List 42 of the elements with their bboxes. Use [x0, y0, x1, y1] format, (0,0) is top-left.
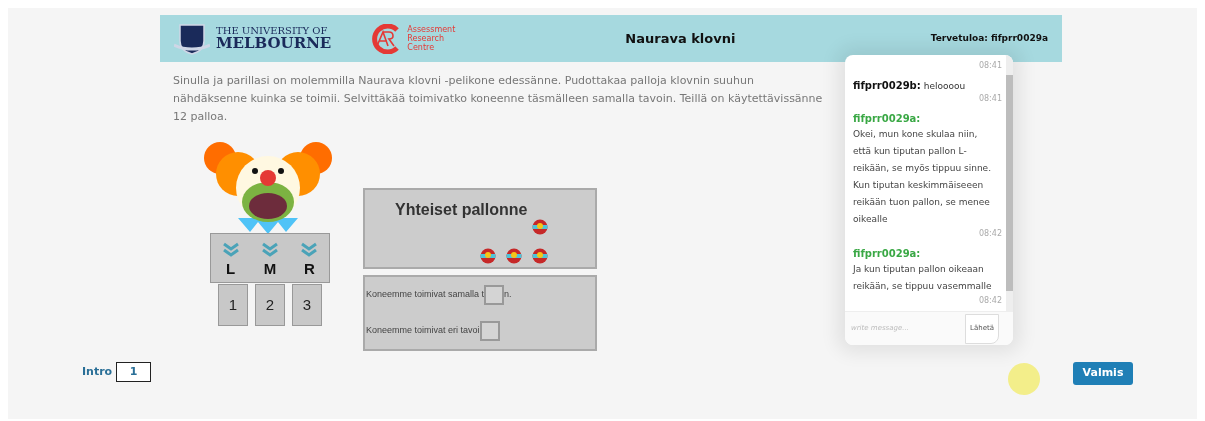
output-slot: 3 — [292, 284, 322, 326]
chevron-down-icon — [221, 241, 240, 258]
output-slot: 1 — [218, 284, 248, 326]
drop-hole[interactable]: R — [300, 241, 319, 280]
chevron-down-icon — [300, 241, 319, 258]
answer-label: Koneemme toimivat samalla t — [366, 288, 485, 302]
chat-time: 08:42 — [978, 228, 1002, 240]
instructions-text: Sinulla ja parillasi on molemmilla Naurava klovni -pelikone edessänne. Pudottakaa palloja klovnin suuhun nähdäksenne kuinka se toimii. Selvittäkää toimivatko koneenne täsmälleen samalla tavoin. Teillä on käytettävissänne 12 palloa. — [173, 73, 823, 125]
chat-sender: fifprr0029b: — [853, 78, 921, 93]
chat-message: Okei, mun kone skulaa niin, että kun tiputan pallon L-reikään, se myös tippuu sinne. Kun tiputan keskimmäiseeen reikään tuon pallon, se menee oikealle — [853, 128, 992, 226]
answer-label: Koneemme toimivat eri tavoi — [366, 324, 480, 338]
chat-time: 08:42 — [978, 295, 1002, 307]
chat-message: heloooou — [923, 79, 966, 93]
drop-hole[interactable]: M — [261, 241, 279, 280]
answer-label: n. — [504, 288, 512, 302]
chat-time: 08:41 — [978, 59, 1002, 72]
cursor-highlight — [1008, 363, 1040, 395]
chat-sender: fifprr0029a: — [853, 112, 922, 126]
answer-checkbox[interactable] — [484, 285, 505, 305]
done-button[interactable]: Valmis — [1073, 362, 1133, 385]
balls-panel-title: Yhteiset pallonne — [395, 200, 529, 220]
ball-icon — [480, 248, 496, 264]
chat-message: Ja kun tiputan pallon oikeaan reikään, se tippuu vasemmalle — [853, 263, 993, 293]
ball-icon — [532, 219, 548, 235]
intro-field[interactable]: 1 — [116, 362, 152, 382]
chat-sender: fifprr0029a: — [853, 247, 922, 261]
answer-checkbox[interactable] — [479, 321, 500, 341]
crest-icon — [174, 22, 210, 55]
welcome-text: Tervetuloa: fifprr0029a — [930, 31, 1048, 45]
university-name-line: THE UNIVERSITY OF — [216, 26, 329, 36]
page-title: Naurava klovni — [625, 29, 736, 48]
ball-icon — [506, 248, 522, 264]
centre-name-line: Centre — [407, 43, 436, 52]
ball-icon — [532, 248, 548, 264]
centre-name-line: Assessment — [407, 25, 456, 34]
centre-name-line: Research — [407, 34, 445, 43]
university-name: MELBOURNE — [216, 36, 332, 51]
chat-time: 08:41 — [978, 93, 1002, 105]
chevron-down-icon — [261, 241, 279, 258]
intro-label: Intro — [82, 363, 113, 380]
drop-hole[interactable]: L — [221, 241, 240, 280]
output-slot: 2 — [255, 284, 285, 326]
